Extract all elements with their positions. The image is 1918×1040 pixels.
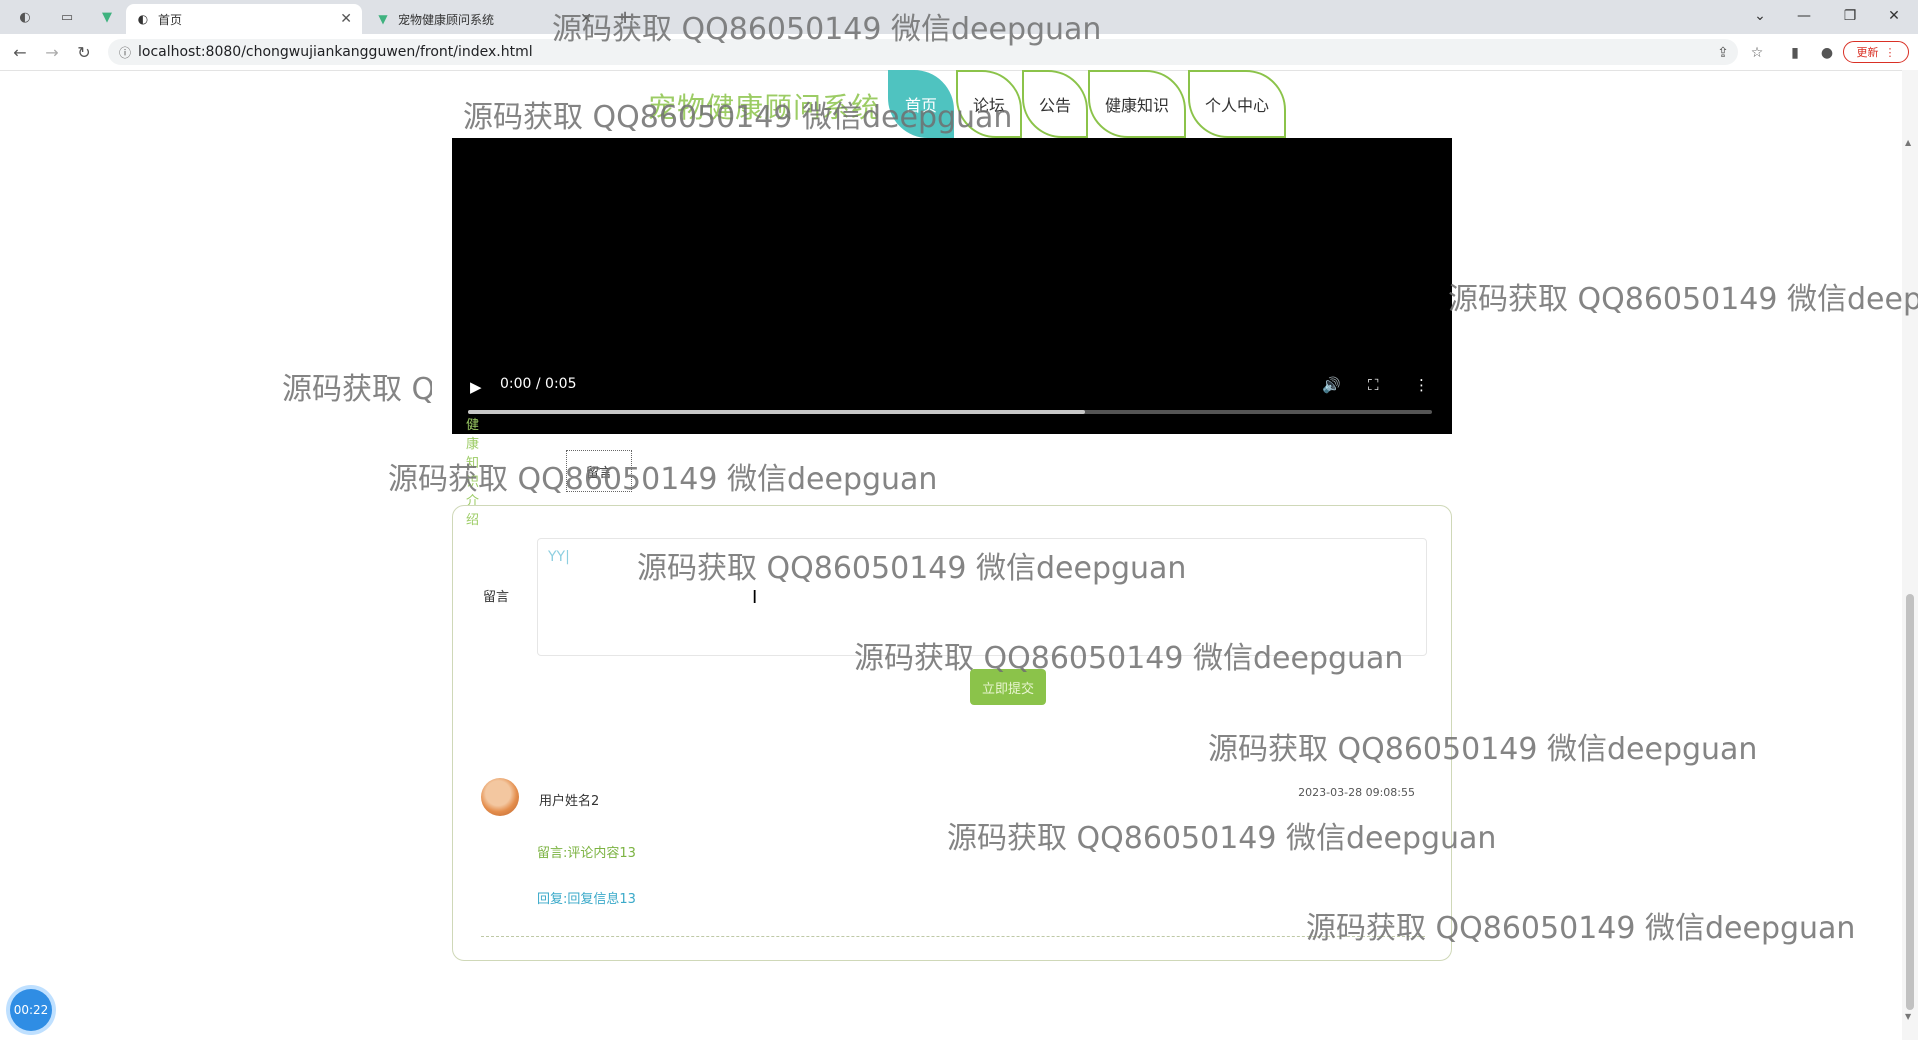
share-icon[interactable]: ⇪ — [1712, 42, 1734, 64]
browser-tab-strip: ◐ ▭ ▼ ◐ 首页 ✕ ▼ 宠物健康顾问系统 ✕ + ⌄ — ❐ ✕ — [0, 0, 1918, 34]
volume-icon[interactable]: 🔊 — [1322, 376, 1341, 394]
video-progress-fill — [468, 410, 1085, 414]
profile-avatar-icon[interactable]: ● — [1816, 42, 1838, 64]
message-panel: 留言 立即提交 用户姓名2 2023-03-28 09:08:55 留言:评论内… — [452, 505, 1452, 961]
watermark: 源码获取 QQ86050149 微信deepguan — [1448, 282, 1918, 317]
nav-notice[interactable]: 公告 — [1022, 70, 1088, 138]
text-cursor-icon: I — [752, 587, 758, 608]
page-scrollbar[interactable]: ▲ ▼ — [1902, 70, 1918, 1040]
comment-item: 用户姓名2 2023-03-28 09:08:55 留言:评论内容13 回复:回… — [481, 776, 1425, 937]
forward-icon[interactable]: → — [40, 40, 64, 64]
play-icon[interactable]: ▶ — [470, 378, 482, 396]
bookmark-star-icon[interactable]: ☆ — [1746, 42, 1768, 64]
more-options-icon[interactable]: ⋮ — [1414, 376, 1429, 394]
comment-content: 留言:评论内容13 — [537, 846, 636, 861]
close-icon[interactable]: ✕ — [580, 11, 592, 27]
browser-tab-label: 宠物健康顾问系统 — [398, 12, 495, 27]
window-close-icon[interactable]: ✕ — [1874, 4, 1914, 28]
back-icon[interactable]: ← — [8, 40, 32, 64]
nav-personal-center[interactable]: 个人中心 — [1188, 70, 1286, 138]
update-label: 更新 — [1856, 46, 1879, 59]
more-menu-icon: ⋮ — [1884, 45, 1896, 59]
update-button[interactable]: 更新 ⋮ — [1843, 41, 1909, 63]
site-info-icon[interactable]: ⓘ — [112, 44, 138, 61]
pinned-tab-blank-icon[interactable]: ▭ — [58, 8, 76, 26]
vue-icon: ▼ — [378, 12, 388, 26]
globe-icon: ◐ — [137, 12, 149, 26]
restore-icon[interactable]: ❐ — [1830, 4, 1870, 28]
browser-tab-system[interactable]: ▼ 宠物健康顾问系统 ✕ — [366, 4, 602, 34]
side-panel-icon[interactable]: ▮ — [1784, 42, 1806, 64]
watermark-partial: 源码获取 QQ86050149 微信deepguan — [282, 372, 432, 407]
vue-tab-icon[interactable]: ▼ — [98, 8, 116, 26]
fullscreen-icon[interactable]: ⛶ — [1368, 376, 1379, 394]
pinned-tab-icon[interactable]: ◐ — [16, 8, 34, 26]
minimize-icon[interactable]: — — [1784, 4, 1824, 28]
site-title: 宠物健康顾问系统 — [648, 91, 881, 124]
url-text: localhost:8080/chongwujiankangguwen/fron… — [138, 44, 533, 60]
new-tab-button[interactable]: + — [616, 7, 634, 28]
video-player[interactable]: ▶ 0:00 / 0:05 🔊 ⛶ ⋮ — [452, 138, 1452, 434]
browser-tab-home[interactable]: ◐ 首页 ✕ — [126, 4, 362, 34]
browser-tab-label: 首页 — [158, 12, 183, 27]
nav-forum[interactable]: 论坛 — [956, 70, 1022, 138]
message-label: 留言 — [483, 590, 510, 605]
avatar — [481, 778, 519, 816]
video-progress-bar[interactable] — [468, 410, 1432, 414]
comment-timestamp: 2023-03-28 09:08:55 — [1298, 786, 1415, 799]
address-bar[interactable]: ⓘ localhost:8080/chongwujiankangguwen/fr… — [108, 39, 1738, 65]
message-input[interactable] — [537, 538, 1427, 656]
comment-reply: 回复:回复信息13 — [537, 892, 636, 907]
close-icon[interactable]: ✕ — [340, 11, 352, 27]
tab-message[interactable]: 留言 — [566, 450, 632, 492]
tab-health-intro[interactable]: 健康知识介绍 — [466, 418, 479, 528]
recording-timer[interactable]: 00:22 — [10, 989, 52, 1031]
nav-home[interactable]: 首页 — [888, 70, 954, 138]
scrollbar-thumb[interactable] — [1906, 594, 1914, 1010]
video-time: 0:00 / 0:05 — [500, 376, 577, 392]
tab-search-icon[interactable]: ⌄ — [1740, 4, 1780, 28]
comment-username: 用户姓名2 — [539, 794, 600, 809]
submit-button[interactable]: 立即提交 — [970, 669, 1046, 705]
browser-toolbar: ← → ↻ ⓘ localhost:8080/chongwujiankanggu… — [0, 34, 1918, 71]
reload-icon[interactable]: ↻ — [72, 40, 96, 64]
scroll-down-icon[interactable]: ▼ — [1905, 1012, 1911, 1021]
scroll-up-icon[interactable]: ▲ — [1905, 138, 1911, 147]
nav-health-knowledge[interactable]: 健康知识 — [1088, 70, 1186, 138]
